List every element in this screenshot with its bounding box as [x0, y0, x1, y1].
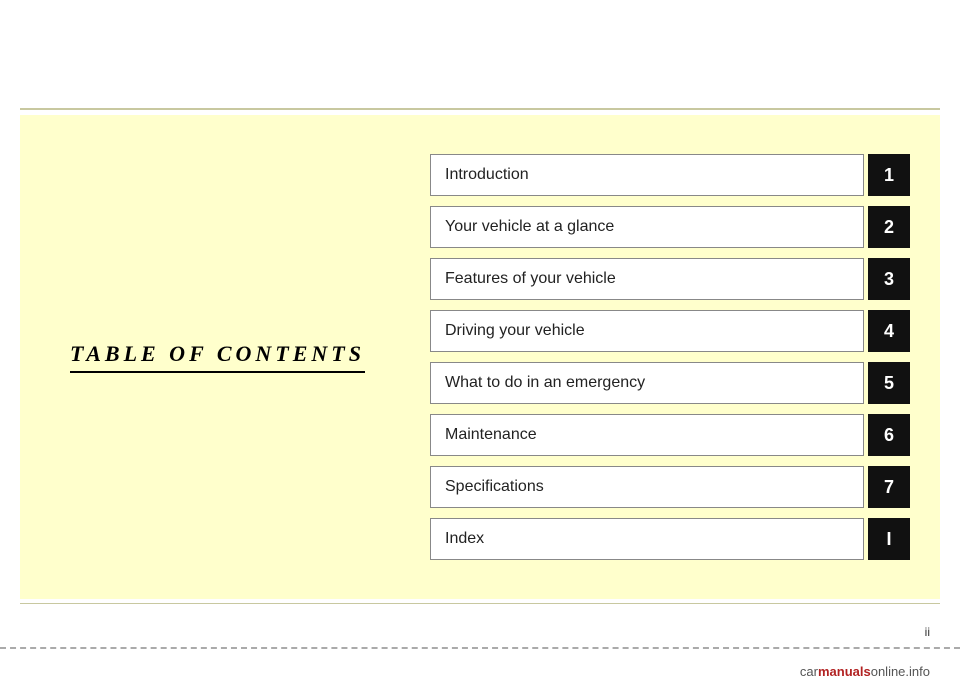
toc-row[interactable]: Features of your vehicle3 — [430, 258, 910, 300]
toc-row[interactable]: Introduction1 — [430, 154, 910, 196]
dashed-separator — [0, 647, 960, 649]
left-section: TABLE OF CONTENTS — [50, 341, 430, 373]
toc-item-number: I — [868, 518, 910, 560]
toc-item-label: Index — [430, 518, 864, 560]
toc-row[interactable]: Specifications7 — [430, 466, 910, 508]
toc-item-label: Driving your vehicle — [430, 310, 864, 352]
toc-list: Introduction1Your vehicle at a glance2Fe… — [430, 154, 910, 560]
toc-item-number: 3 — [868, 258, 910, 300]
toc-item-label: What to do in an emergency — [430, 362, 864, 404]
toc-row[interactable]: Maintenance6 — [430, 414, 910, 456]
toc-item-label: Features of your vehicle — [430, 258, 864, 300]
toc-item-number: 5 — [868, 362, 910, 404]
toc-item-number: 6 — [868, 414, 910, 456]
toc-item-number: 2 — [868, 206, 910, 248]
toc-item-label: Introduction — [430, 154, 864, 196]
toc-item-label: Your vehicle at a glance — [430, 206, 864, 248]
toc-row[interactable]: Your vehicle at a glance2 — [430, 206, 910, 248]
toc-title: TABLE OF CONTENTS — [70, 341, 365, 373]
toc-item-label: Maintenance — [430, 414, 864, 456]
main-content-area: TABLE OF CONTENTS Introduction1Your vehi… — [20, 115, 940, 599]
toc-row[interactable]: IndexI — [430, 518, 910, 560]
top-divider — [20, 108, 940, 110]
bottom-divider — [20, 603, 940, 605]
toc-item-label: Specifications — [430, 466, 864, 508]
toc-item-number: 7 — [868, 466, 910, 508]
toc-item-number: 4 — [868, 310, 910, 352]
toc-item-number: 1 — [868, 154, 910, 196]
toc-row[interactable]: What to do in an emergency5 — [430, 362, 910, 404]
toc-row[interactable]: Driving your vehicle4 — [430, 310, 910, 352]
page-number: ii — [925, 625, 930, 639]
watermark: carmanualsonline.info — [800, 664, 930, 679]
